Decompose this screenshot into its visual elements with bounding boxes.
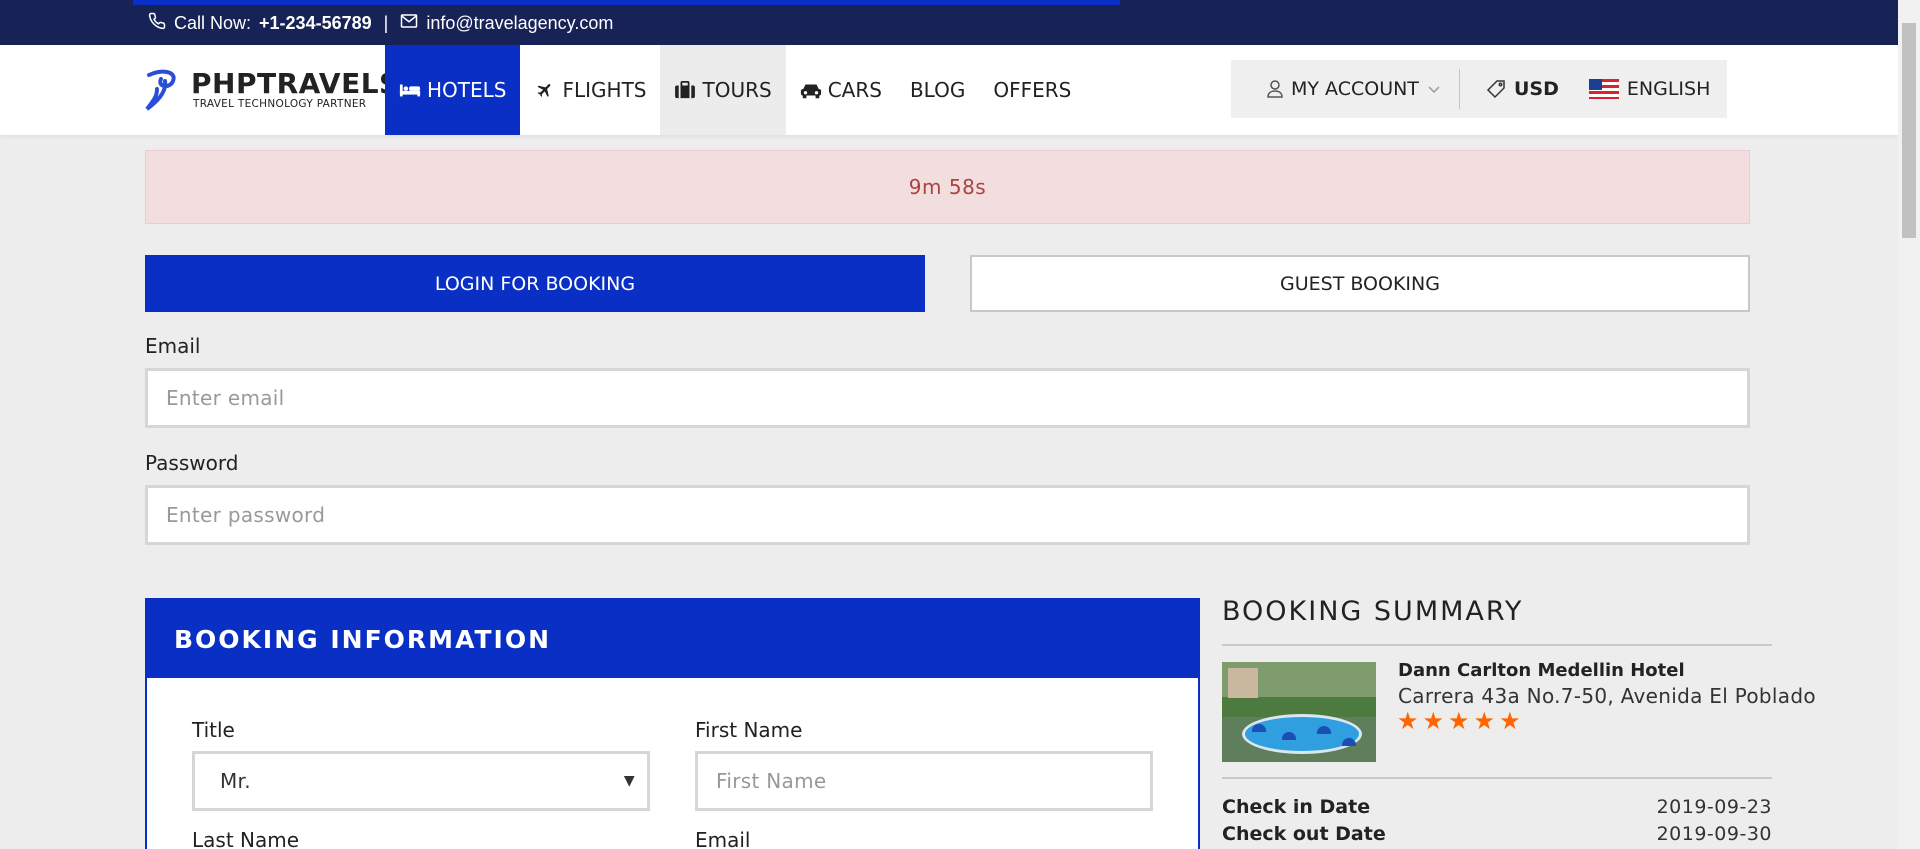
guest-button-label: GUEST BOOKING — [1280, 272, 1440, 295]
nav-label: CARS — [827, 78, 882, 102]
nav-label: TOURS — [702, 78, 772, 102]
hotel-name: Dann Carlton Medellin Hotel — [1398, 660, 1685, 681]
hotel-rating: ★ ★ ★ ★ ★ — [1397, 709, 1521, 733]
currency-selector[interactable]: USD — [1460, 78, 1559, 100]
checkin-value: 2019-09-23 — [1656, 796, 1772, 818]
summary-divider — [1222, 777, 1772, 779]
first-name-label: First Name — [695, 718, 803, 742]
currency-label: USD — [1514, 78, 1559, 100]
star-icon: ★ — [1448, 707, 1470, 735]
logo-subtitle: TRAVEL TECHNOLOGY PARTNER — [193, 98, 367, 110]
checkout-value: 2019-09-30 — [1656, 823, 1772, 845]
booking-timer-alert: 9m 58s — [145, 150, 1750, 224]
logo-mark-icon — [145, 69, 176, 111]
nav-hotels[interactable]: HOTELS — [385, 45, 521, 135]
main-nav: HOTELS FLIGHTS TOURS CARS BLOG OFFERS — [385, 45, 1085, 135]
booking-information-panel: BOOKING INFORMATION — [145, 598, 1200, 849]
first-name-placeholder: First Name — [716, 769, 827, 793]
language-label: ENGLISH — [1626, 78, 1711, 100]
nav-label: OFFERS — [993, 78, 1072, 102]
password-input[interactable]: Enter password — [145, 485, 1750, 545]
first-name-input[interactable]: First Name — [695, 751, 1153, 811]
account-bar: MY ACCOUNT USD ENGLISH — [1231, 60, 1727, 118]
title-select-value: Mr. — [220, 769, 251, 793]
nav-label: HOTELS — [427, 78, 507, 102]
login-button-label: LOGIN FOR BOOKING — [434, 272, 636, 295]
contact-info: Call Now: +1-234-56789 | info@travelagen… — [148, 12, 613, 35]
nav-tours[interactable]: TOURS — [660, 45, 786, 135]
contact-divider: | — [383, 13, 389, 33]
nav-blog[interactable]: BLOG — [896, 45, 979, 135]
login-for-booking-button[interactable]: LOGIN FOR BOOKING — [145, 255, 925, 312]
my-account-label: MY ACCOUNT — [1291, 78, 1419, 100]
last-name-label: Last Name — [192, 828, 300, 849]
bed-icon — [399, 84, 421, 97]
checkin-label: Check in Date — [1222, 796, 1371, 818]
title-label: Title — [192, 718, 235, 742]
top-bar: Call Now: +1-234-56789 | info@travelagen… — [0, 0, 1898, 45]
car-icon — [800, 84, 821, 99]
language-selector[interactable]: ENGLISH — [1559, 78, 1710, 100]
select-caret-icon: ▼ — [623, 773, 635, 789]
plane-icon — [538, 84, 551, 97]
phone-icon — [148, 12, 166, 35]
logo[interactable]: PHPTRAVELS TRAVEL TECHNOLOGY PARTNER — [143, 67, 400, 113]
logo-title: PHPTRAVELS — [191, 67, 400, 100]
page-load-progress — [133, 0, 1120, 5]
tag-icon — [1486, 80, 1505, 99]
hotel-address: Carrera 43a No.7-50, Avenida El Poblado — [1398, 684, 1816, 708]
nav-cars[interactable]: CARS — [786, 45, 896, 135]
star-icon: ★ — [1499, 707, 1521, 735]
my-account-dropdown[interactable]: MY ACCOUNT — [1231, 78, 1459, 100]
booking-information-header: BOOKING INFORMATION — [147, 600, 1198, 678]
email-placeholder: Enter email — [166, 386, 285, 410]
scrollbar-thumb[interactable] — [1902, 23, 1916, 238]
timer-text: 9m 58s — [908, 175, 987, 199]
us-flag-icon — [1588, 79, 1619, 99]
hotel-thumbnail — [1222, 662, 1376, 762]
user-icon — [1267, 80, 1283, 98]
nav-label: FLIGHTS — [562, 78, 647, 102]
star-icon: ★ — [1473, 707, 1496, 735]
booking-information-title: BOOKING INFORMATION — [174, 624, 552, 654]
summary-divider — [1222, 644, 1772, 646]
nav-offers[interactable]: OFFERS — [979, 45, 1085, 135]
star-icon: ★ — [1397, 707, 1419, 735]
call-label: Call Now: — [174, 13, 252, 33]
email-input[interactable]: Enter email — [145, 368, 1750, 428]
title-select[interactable]: Mr. ▼ — [192, 751, 650, 811]
email-address[interactable]: info@travelagency.com — [426, 13, 613, 34]
password-label: Password — [145, 451, 239, 475]
suitcase-icon — [675, 81, 696, 99]
chevron-down-icon — [1428, 86, 1440, 94]
password-placeholder: Enter password — [166, 503, 326, 527]
phone-number[interactable]: +1-234-56789 — [259, 13, 372, 34]
main-header: PHPTRAVELS TRAVEL TECHNOLOGY PARTNER HOT… — [0, 45, 1898, 135]
guest-email-label: Email — [695, 828, 751, 849]
mail-icon — [400, 12, 418, 35]
nav-label: BLOG — [909, 78, 966, 102]
guest-booking-button[interactable]: GUEST BOOKING — [970, 255, 1750, 312]
email-label: Email — [145, 334, 201, 358]
star-icon: ★ — [1422, 707, 1445, 735]
page-scrollbar[interactable] — [1898, 0, 1920, 849]
checkout-label: Check out Date — [1222, 823, 1386, 845]
booking-summary-title: BOOKING SUMMARY — [1222, 596, 1524, 627]
nav-flights[interactable]: FLIGHTS — [520, 45, 660, 135]
